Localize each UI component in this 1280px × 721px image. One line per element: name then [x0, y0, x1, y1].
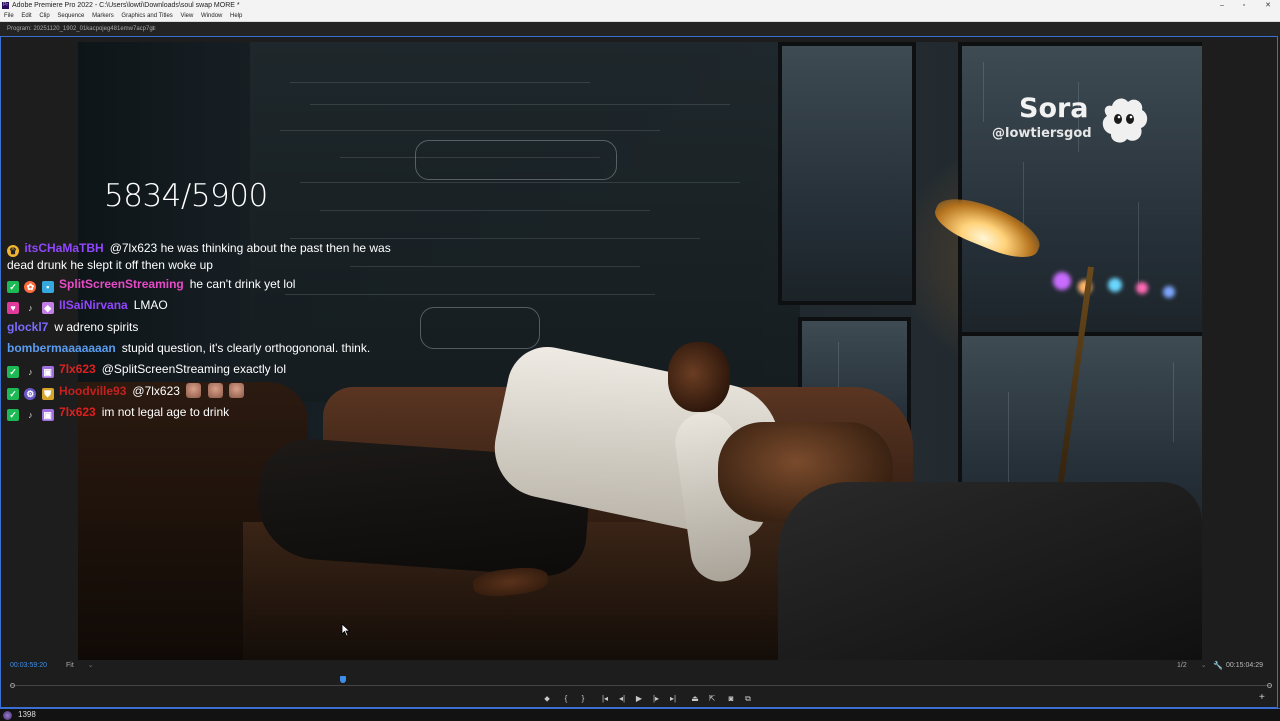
- scrubber-track: [10, 685, 1272, 686]
- close-button[interactable]: ✕: [1256, 0, 1280, 11]
- shield-badge-icon: ⛊: [41, 388, 54, 400]
- sora-watermark-name: Sora: [1019, 93, 1089, 124]
- chat-username[interactable]: Hoodville93: [59, 384, 126, 398]
- chat-text: dead drunk he slept it off then woke up: [7, 258, 213, 272]
- zoom-level-value: Fit: [66, 662, 74, 669]
- zoom-level-select[interactable]: Fit ⌄: [66, 660, 94, 672]
- playhead-timecode[interactable]: 00:03:59:20: [10, 660, 47, 672]
- face-emote-icon: [228, 383, 244, 398]
- chat-message-continued: dead drunk he slept it off then woke up: [7, 257, 213, 274]
- mic-badge-icon: ♪: [28, 410, 33, 420]
- step-back-icon[interactable]: ◂|: [615, 692, 629, 706]
- chat-text: LMAO: [133, 298, 168, 312]
- chat-text: stupid question, it's clearly orthogonon…: [121, 341, 371, 355]
- viewer-avatar-icon: [3, 711, 12, 720]
- chat-message: ✓ ✿ ▪ SplitScreenStreaming he can't drink…: [7, 276, 295, 293]
- subscriber-badge-icon: ▪: [41, 281, 54, 293]
- chat-message: bombermaaaaaaan stupid question, it's cle…: [7, 340, 370, 357]
- zoom-start-handle[interactable]: [10, 683, 15, 688]
- lift-icon[interactable]: ⏏: [688, 692, 702, 706]
- face-emote-icon: [186, 383, 202, 398]
- chat-message: ✓ ♪ ▣ 7lx623 @SplitScreenStreaming exactl…: [7, 361, 286, 378]
- sora-watermark-handle: @lowtiersgod: [992, 126, 1092, 141]
- chat-message: ✓ ♪ ▣ 7lx623 im not legal age to drink: [7, 404, 229, 421]
- verified-check-badge-icon: ✓: [7, 409, 19, 421]
- button-editor-add-icon[interactable]: +: [1259, 692, 1265, 703]
- chat-message: ✓ ⚙ ⛊ Hoodville93 @7lx623: [7, 383, 244, 400]
- minimize-button[interactable]: –: [1210, 0, 1234, 11]
- chat-text: he can't drink yet lol: [189, 277, 296, 291]
- chat-username[interactable]: 7lx623: [59, 362, 96, 376]
- chat-text: w adreno spirits: [54, 320, 139, 334]
- export-frame-camera-icon[interactable]: ◙: [724, 692, 738, 706]
- mouse-cursor-icon: [341, 623, 351, 637]
- wrench-icon[interactable]: 🔧: [1213, 660, 1223, 672]
- extract-icon[interactable]: ⇱: [705, 692, 719, 706]
- window-pane: [778, 42, 916, 305]
- monitor-controls-row: 00:03:59:20 Fit ⌄ 1/2 ⌄ 🔧 00:15:04:29: [0, 660, 1278, 672]
- chat-username[interactable]: itsCHaMaTBH: [24, 241, 103, 255]
- chat-text: @7lx623 he was thinking about the past t…: [109, 241, 391, 255]
- window-pane: [958, 42, 1202, 350]
- chevron-down-icon: ⌄: [1200, 662, 1207, 669]
- chat-text: @7lx623: [132, 384, 180, 398]
- go-to-in-icon[interactable]: |◂: [598, 692, 612, 706]
- comparison-view-icon[interactable]: ⧉: [741, 692, 755, 706]
- chat-username[interactable]: IISaiNirvana: [59, 298, 128, 312]
- playhead-marker[interactable]: [340, 676, 347, 683]
- time-ruler-scrubber[interactable]: [10, 683, 1272, 689]
- subscriber-badge-icon: ▣: [41, 366, 54, 378]
- chat-username[interactable]: 7lx623: [59, 405, 96, 419]
- chat-overlay: ♛ itsCHaMaTBH @7lx623 he was thinking abo…: [0, 0, 500, 720]
- chat-username[interactable]: SplitScreenStreaming: [59, 277, 184, 291]
- chevron-down-icon: ⌄: [87, 662, 94, 669]
- crown-badge-icon: ♛: [7, 245, 19, 257]
- chat-message: ♛ itsCHaMaTBH @7lx623 he was thinking abo…: [7, 240, 391, 257]
- person-head: [668, 342, 730, 412]
- chat-username[interactable]: glockl7: [7, 320, 48, 334]
- mic-badge-icon: ♪: [28, 367, 33, 377]
- verified-check-badge-icon: ✓: [7, 366, 19, 378]
- chat-text: im not legal age to drink: [101, 405, 230, 419]
- bits-badge-icon: ◆: [41, 302, 54, 314]
- viewer-count: 1398: [18, 710, 36, 719]
- chat-message: glockl7 w adreno spirits: [7, 319, 138, 336]
- add-marker-icon[interactable]: ⬥: [540, 692, 554, 706]
- mark-in-icon[interactable]: {: [559, 692, 573, 706]
- chat-username[interactable]: bombermaaaaaaan: [7, 341, 116, 355]
- gear-badge-icon: ⚙: [24, 388, 37, 400]
- verified-check-badge-icon: ✓: [7, 388, 19, 400]
- subscriber-badge-icon: ▣: [41, 409, 54, 421]
- verified-check-badge-icon: ✓: [7, 281, 19, 293]
- chat-message: ♥ ♪ ◆ IISaiNirvana LMAO: [7, 297, 168, 314]
- duration-timecode: 00:15:04:29: [1226, 662, 1263, 669]
- playback-resolution-value: 1/2: [1177, 662, 1187, 669]
- sora-cloud-icon: [1102, 98, 1148, 143]
- mark-out-icon[interactable]: }: [576, 692, 590, 706]
- zoom-end-handle[interactable]: [1267, 683, 1272, 688]
- play-icon[interactable]: ▶: [632, 692, 646, 706]
- face-emote-icon: [207, 383, 223, 398]
- taskbar: 1398: [0, 708, 1280, 721]
- maximize-button[interactable]: ▫: [1232, 0, 1256, 11]
- go-to-out-icon[interactable]: ▸|: [666, 692, 680, 706]
- chat-text: @SplitScreenStreaming exactly lol: [101, 362, 286, 376]
- foreground-chair: [778, 482, 1202, 660]
- mic-badge-icon: ♪: [28, 303, 33, 313]
- gift-badge-icon: ✿: [24, 281, 37, 293]
- playback-resolution-select[interactable]: 1/2 ⌄: [1177, 660, 1207, 672]
- heart-badge-icon: ♥: [7, 302, 19, 314]
- step-forward-icon[interactable]: |▸: [649, 692, 663, 706]
